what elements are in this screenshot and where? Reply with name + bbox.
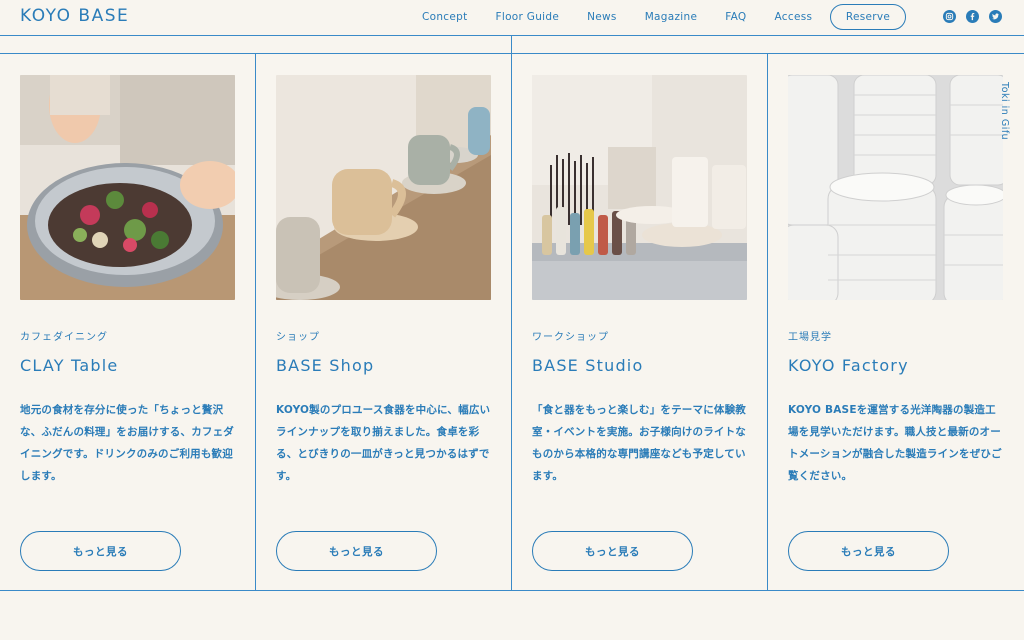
more-button[interactable]: もっと見る [532, 531, 693, 571]
card-clay-table: カフェダイニング CLAY Table 地元の食材を存分に使った「ちょっと贅沢な… [0, 54, 256, 591]
card-title[interactable]: BASE Studio [532, 356, 643, 375]
card-description: 地元の食材を存分に使った「ちょっと贅沢な、ふだんの料理」をお届けする、カフェダイ… [20, 404, 234, 482]
twitter-icon[interactable] [989, 10, 1002, 23]
card-koyo-factory: 工場見学 KOYO Factory KOYO BASEを運営する光洋陶器の製造工… [768, 54, 1024, 591]
facebook-icon[interactable] [966, 10, 979, 23]
instagram-icon[interactable] [943, 10, 956, 23]
side-vertical-text: Toki in Gifu [999, 82, 1010, 141]
more-button[interactable]: もっと見る [20, 531, 181, 571]
site-header: KOYO BASE Concept Floor Guide News Magaz… [0, 0, 1024, 36]
more-button[interactable]: もっと見る [276, 531, 437, 571]
card-category: 工場見学 [788, 332, 832, 343]
reserve-button[interactable]: Reserve [830, 4, 906, 30]
more-button[interactable]: もっと見る [788, 531, 949, 571]
card-description: KOYO BASEを運営する光洋陶器の製造工場を見学いただけます。職人技と最新の… [788, 404, 1002, 482]
card-category: ショップ [276, 332, 320, 343]
base-shop-photo [276, 75, 491, 300]
site-logo[interactable]: KOYO BASE [20, 6, 129, 26]
nav-faq[interactable]: FAQ [725, 11, 746, 23]
nav-news[interactable]: News [587, 11, 617, 23]
card-base-shop: ショップ BASE Shop KOYO製のプロユース食器を中心に、幅広いラインナ… [256, 54, 512, 591]
nav-access[interactable]: Access [775, 11, 813, 23]
koyo-factory-photo [788, 75, 1003, 300]
card-base-studio: ワークショップ BASE Studio 「食と器をもっと楽しむ」をテーマに体験教… [512, 54, 768, 591]
main-nav: Concept Floor Guide News Magazine FAQ Ac… [422, 11, 840, 23]
clay-table-photo [20, 75, 235, 300]
card-description: 「食と器をもっと楽しむ」をテーマに体験教室・イベントを実施。お子様向けのライトな… [532, 404, 746, 482]
card-category: カフェダイニング [20, 332, 108, 343]
nav-concept[interactable]: Concept [422, 11, 468, 23]
card-description: KOYO製のプロユース食器を中心に、幅広いラインナップを取り揃えました。食卓を彩… [276, 404, 491, 482]
base-studio-photo [532, 75, 747, 300]
nav-floor-guide[interactable]: Floor Guide [496, 11, 560, 23]
nav-magazine[interactable]: Magazine [645, 11, 698, 23]
card-title[interactable]: BASE Shop [276, 356, 374, 375]
card-title[interactable]: KOYO Factory [788, 356, 909, 375]
card-title[interactable]: CLAY Table [20, 356, 118, 375]
card-category: ワークショップ [532, 332, 609, 343]
